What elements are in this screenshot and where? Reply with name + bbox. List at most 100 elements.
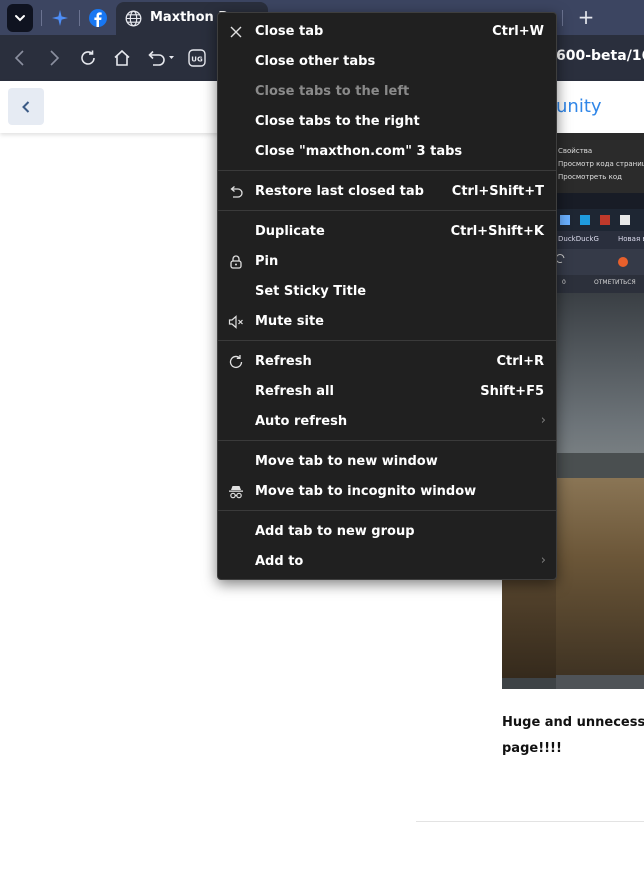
menu-item-label: Add tab to new group bbox=[255, 524, 415, 539]
menu-item-shortcut: Ctrl+Shift+T bbox=[451, 184, 544, 199]
chevron-right-icon: › bbox=[540, 553, 546, 568]
tab-separator bbox=[79, 10, 80, 26]
screenshot-context-menu: Свойства Просмотр кода страницы Просмотр… bbox=[556, 133, 644, 193]
menu-separator bbox=[218, 510, 556, 511]
taskbar-icons bbox=[560, 215, 630, 225]
facebook-icon bbox=[89, 9, 107, 27]
screenshot-toolbar bbox=[556, 249, 644, 275]
menu-item-duplicate[interactable]: Duplicate Ctrl+Shift+K bbox=[218, 217, 556, 247]
menu-item-label: Restore last closed tab bbox=[255, 184, 424, 199]
home-icon bbox=[114, 49, 130, 66]
menu-item-shortcut: Ctrl+W bbox=[492, 24, 544, 39]
arrow-left-icon bbox=[14, 50, 24, 66]
pinned-tab-facebook[interactable] bbox=[86, 6, 110, 30]
menu-item-close-tabs-left: Close tabs to the left bbox=[218, 77, 556, 107]
screenshot-band bbox=[556, 193, 644, 209]
pinned-tab-ai[interactable] bbox=[48, 6, 72, 30]
image-bottom-bar bbox=[556, 675, 644, 689]
reload-button[interactable] bbox=[76, 46, 100, 70]
tab-list-button[interactable] bbox=[7, 4, 33, 32]
menu-item-auto-refresh[interactable]: Auto refresh › bbox=[218, 407, 556, 437]
menu-item-label: Close "maxthon.com" 3 tabs bbox=[255, 144, 463, 159]
menu-separator bbox=[218, 170, 556, 171]
menu-item-label: Mute site bbox=[255, 314, 324, 329]
screenshot-bookmarks-bar: 0 ОТМЕТИТЬСЯ bbox=[556, 275, 644, 293]
menu-item-label: Close tabs to the left bbox=[255, 84, 410, 99]
content-divider bbox=[416, 821, 644, 822]
screenshot-bookmark: ОТМЕТИТЬСЯ bbox=[594, 279, 636, 286]
post-caption: Huge and unnecessary page!!!! bbox=[502, 710, 644, 762]
menu-item-close-domain-tabs[interactable]: Close "maxthon.com" 3 tabs bbox=[218, 137, 556, 167]
chevron-right-icon: › bbox=[540, 413, 546, 428]
screenshot-menu-item: Просмотреть код bbox=[558, 173, 623, 181]
menu-separator bbox=[218, 210, 556, 211]
menu-item-label: Close other tabs bbox=[255, 54, 376, 69]
menu-item-label: Move tab to new window bbox=[255, 454, 438, 469]
screenshot-tab-strip: DuckDuckG Новая вк bbox=[556, 231, 644, 249]
chevron-down-icon bbox=[15, 15, 25, 22]
ug-extension-button[interactable]: UG bbox=[185, 46, 209, 70]
back-button[interactable] bbox=[8, 46, 32, 70]
undo-close-button[interactable] bbox=[144, 46, 176, 70]
menu-item-mute-site[interactable]: Mute site bbox=[218, 307, 556, 337]
menu-item-refresh[interactable]: Refresh Ctrl+R bbox=[218, 347, 556, 377]
forward-button[interactable] bbox=[42, 46, 66, 70]
screenshot-toolbar-icons bbox=[556, 254, 628, 267]
lock-icon bbox=[228, 254, 244, 270]
field-image-area bbox=[556, 478, 644, 678]
menu-item-close-tab[interactable]: Close tab Ctrl+W bbox=[218, 17, 556, 47]
caption-line: Huge and unnecessary bbox=[502, 715, 644, 730]
page-back-button[interactable] bbox=[8, 88, 44, 125]
globe-icon bbox=[125, 10, 142, 31]
screenshot-menu-item: Свойства bbox=[558, 147, 593, 155]
menu-item-label: Move tab to incognito window bbox=[255, 484, 477, 499]
menu-item-pin[interactable]: Pin bbox=[218, 247, 556, 277]
menu-item-sticky-title[interactable]: Set Sticky Title bbox=[218, 277, 556, 307]
screenshot-menu-item: Просмотр кода страницы bbox=[558, 160, 644, 168]
menu-item-move-incognito[interactable]: Move tab to incognito window bbox=[218, 477, 556, 507]
menu-item-label: Duplicate bbox=[255, 224, 325, 239]
menu-item-label: Auto refresh bbox=[255, 414, 348, 429]
menu-item-label: Close tab bbox=[255, 24, 324, 39]
home-button[interactable] bbox=[110, 46, 134, 70]
menu-item-shortcut: Ctrl+R bbox=[496, 354, 544, 369]
restore-icon bbox=[228, 184, 244, 200]
menu-item-label: Refresh all bbox=[255, 384, 334, 399]
screenshot-tab: Новая вк bbox=[618, 235, 644, 243]
menu-item-move-new-window[interactable]: Move tab to new window bbox=[218, 447, 556, 477]
mute-icon bbox=[228, 314, 244, 330]
menu-item-label: Add to bbox=[255, 554, 304, 569]
menu-item-label: Close tabs to the right bbox=[255, 114, 420, 129]
tab-separator bbox=[41, 10, 42, 26]
menu-separator bbox=[218, 340, 556, 341]
menu-item-close-tabs-right[interactable]: Close tabs to the right bbox=[218, 107, 556, 137]
screenshot-taskbar bbox=[556, 209, 644, 231]
menu-item-add-to[interactable]: Add to › bbox=[218, 547, 556, 577]
screenshot-bookmark: 0 bbox=[562, 279, 566, 286]
new-tab-button[interactable]: + bbox=[574, 4, 598, 30]
sparkle-icon bbox=[52, 10, 68, 26]
post-screenshot-image: Свойства Просмотр кода страницы Просмотр… bbox=[556, 133, 644, 689]
address-bar-text[interactable]: 600-beta/16 bbox=[556, 48, 644, 64]
menu-item-close-other-tabs[interactable]: Close other tabs bbox=[218, 47, 556, 77]
menu-item-shortcut: Shift+F5 bbox=[480, 384, 544, 399]
menu-item-restore-closed-tab[interactable]: Restore last closed tab Ctrl+Shift+T bbox=[218, 177, 556, 207]
incognito-icon bbox=[228, 484, 244, 500]
community-title[interactable]: unity bbox=[556, 96, 602, 117]
menu-item-label: Set Sticky Title bbox=[255, 284, 367, 299]
ug-label: UG bbox=[191, 56, 203, 64]
chevron-left-icon bbox=[22, 100, 30, 113]
menu-item-label: Refresh bbox=[255, 354, 312, 369]
caption-line: page!!!! bbox=[502, 741, 562, 756]
tab-separator bbox=[562, 10, 563, 26]
refresh-icon bbox=[228, 354, 244, 370]
tab-context-menu: Close tab Ctrl+W Close other tabs Close … bbox=[217, 12, 557, 580]
arrow-right-icon bbox=[50, 50, 60, 66]
menu-separator bbox=[218, 440, 556, 441]
menu-item-shortcut: Ctrl+Shift+K bbox=[450, 224, 544, 239]
menu-item-refresh-all[interactable]: Refresh all Shift+F5 bbox=[218, 377, 556, 407]
undo-icon bbox=[148, 50, 174, 66]
ug-icon: UG bbox=[188, 49, 206, 67]
menu-item-add-to-new-group[interactable]: Add tab to new group bbox=[218, 517, 556, 547]
refresh-icon bbox=[81, 50, 95, 65]
